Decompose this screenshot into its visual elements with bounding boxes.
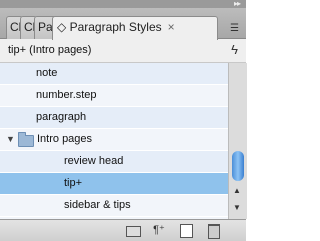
collapse-panel-icon[interactable]: ▸▸: [234, 0, 241, 8]
clear-overrides-icon[interactable]: ¶⁺: [150, 223, 168, 237]
tab-paragraph-styles[interactable]: ◇ Paragraph Styles ×: [52, 16, 218, 40]
list-item-number-step[interactable]: number.step: [0, 85, 228, 107]
paragraph-styles-panel: ▸▸ Cl Cl Pa ◇ Paragraph Styles × ☰ tip+ (…: [0, 0, 247, 241]
create-new-style-icon[interactable]: [180, 224, 193, 238]
list-item-sidebar-tips[interactable]: sidebar & tips: [0, 195, 228, 217]
list-item-tip-plus[interactable]: tip+: [0, 173, 228, 195]
list-item-review-head[interactable]: review head: [0, 151, 228, 173]
list-item-label: tip+: [64, 177, 83, 189]
current-style-label: tip+ (Intro pages): [8, 44, 92, 56]
delete-style-icon[interactable]: [208, 224, 220, 239]
scroll-up-icon[interactable]: ▲: [233, 186, 241, 195]
list-item-label: note: [36, 67, 58, 79]
list-item-intro-pages-folder[interactable]: ▼ Intro pages: [0, 129, 228, 151]
scroll-down-icon[interactable]: ▼: [233, 203, 241, 212]
disclosure-triangle-icon[interactable]: ▼: [6, 129, 15, 150]
list-item-label: Intro pages: [37, 133, 93, 145]
close-tab-icon[interactable]: ×: [168, 20, 175, 34]
panel-menu-icon[interactable]: ☰: [230, 23, 242, 35]
list-item-label: paragraph: [36, 111, 87, 123]
list-item-label: number.step: [36, 89, 97, 101]
tab-label: Pa: [38, 20, 53, 34]
list-item-label: review head: [64, 155, 124, 167]
tab-row: Cl Cl Pa ◇ Paragraph Styles × ☰: [0, 8, 246, 40]
list-item-paragraph[interactable]: paragraph: [0, 107, 228, 129]
list-item-label: sidebar & tips: [64, 199, 131, 211]
new-group-folder-icon[interactable]: [126, 226, 141, 237]
tab-label: ◇ Paragraph Styles: [57, 20, 162, 34]
scroll-thumb[interactable]: [232, 151, 244, 181]
current-style-row: tip+ (Intro pages) ϟ: [0, 39, 246, 63]
panel-title-strip[interactable]: ▸▸: [0, 0, 246, 8]
bottom-toolbar: ¶⁺: [0, 219, 246, 241]
scrollbar[interactable]: ▲ ▼: [228, 63, 247, 219]
styles-list: note number.step paragraph ▼ Intro pages…: [0, 63, 228, 219]
list-item-note[interactable]: note: [0, 63, 228, 85]
lightning-icon[interactable]: ϟ: [231, 42, 238, 57]
folder-icon: [18, 132, 34, 147]
